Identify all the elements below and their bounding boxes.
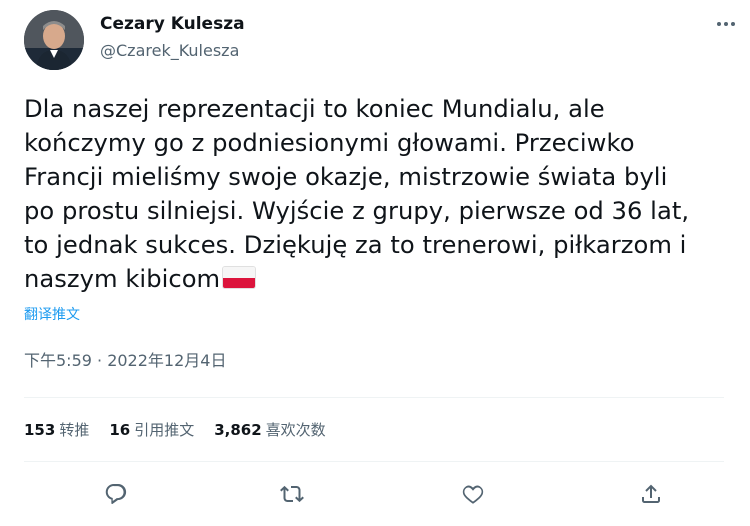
tweet-line: naszym kibicom xyxy=(24,265,221,293)
like-icon xyxy=(462,485,484,504)
like-button[interactable] xyxy=(455,476,491,512)
retweet-button[interactable] xyxy=(274,476,310,512)
likes-count: 3,862 xyxy=(214,421,262,439)
tweet-line: Francji mieliśmy swoje okazje, mistrzowi… xyxy=(24,163,668,191)
poland-flag-emoji xyxy=(222,266,257,289)
likes-stat[interactable]: 3,862 喜欢次数 xyxy=(214,420,325,440)
share-icon xyxy=(642,484,660,503)
engagement-stats: 153 转推 16 引用推文 3,862 喜欢次数 xyxy=(24,420,326,440)
reply-button[interactable] xyxy=(98,476,134,512)
quotes-count: 16 xyxy=(109,421,131,439)
divider xyxy=(24,461,724,462)
author-name[interactable]: Cezary Kulesza xyxy=(100,14,245,34)
more-icon[interactable] xyxy=(714,12,738,36)
quotes-label: 引用推文 xyxy=(134,421,195,439)
retweets-label: 转推 xyxy=(59,421,90,439)
tweet-line: po prostu silniejsi. Wyjście z grupy, pi… xyxy=(24,197,690,225)
action-bar xyxy=(24,476,724,512)
share-button[interactable] xyxy=(633,476,669,512)
author-handle[interactable]: @Czarek_Kulesza xyxy=(100,41,239,61)
likes-label: 喜欢次数 xyxy=(265,421,326,439)
tweet-timestamp[interactable]: 下午5:59 · 2022年12月4日 xyxy=(24,351,226,371)
retweets-count: 153 xyxy=(24,421,56,439)
quotes-stat[interactable]: 16 引用推文 xyxy=(109,420,194,440)
reply-icon xyxy=(105,484,127,504)
tweet-line: Dla naszej reprezentacji to koniec Mundi… xyxy=(24,95,605,123)
retweets-stat[interactable]: 153 转推 xyxy=(24,420,89,440)
tweet-line: to jednak sukces. Dziękuję za to trenero… xyxy=(24,231,687,259)
divider xyxy=(24,397,724,398)
retweet-icon xyxy=(280,485,304,503)
tweet-text: Dla naszej reprezentacji to koniec Mundi… xyxy=(24,92,724,296)
tweet-line: kończymy go z podniesionymi głowami. Prz… xyxy=(24,129,635,157)
translate-tweet-link[interactable]: 翻译推文 xyxy=(24,306,80,324)
avatar[interactable] xyxy=(24,10,84,70)
